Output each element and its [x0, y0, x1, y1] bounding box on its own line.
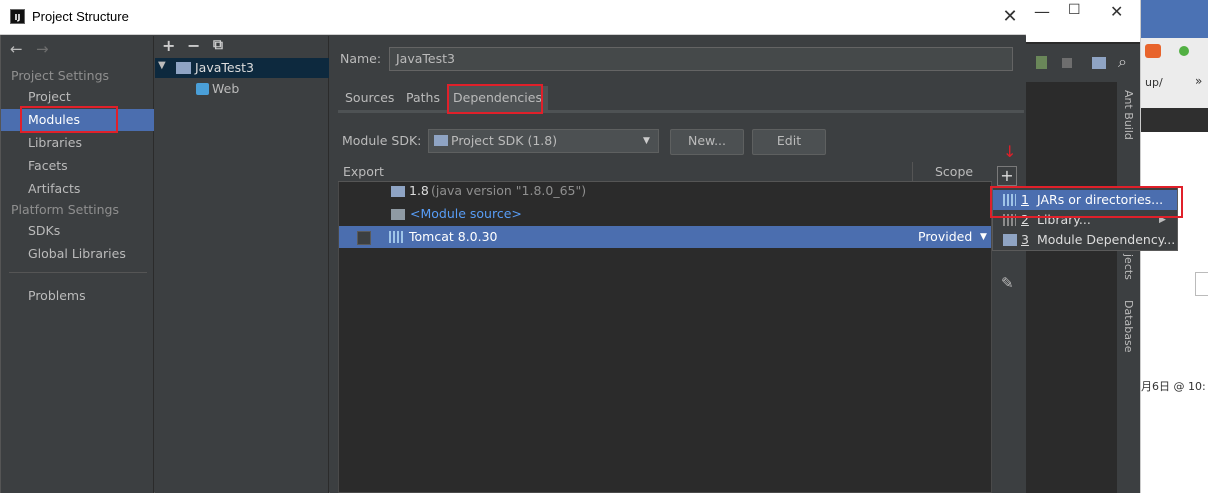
module-folder-icon [176, 62, 191, 74]
column-export[interactable]: Export [343, 164, 384, 179]
tab-paths[interactable]: Paths [400, 86, 446, 110]
scope-select[interactable]: Provided [918, 226, 972, 248]
tree-node-web[interactable]: Web [155, 79, 329, 99]
ant-build-tab: Ant Build [1122, 90, 1135, 140]
library-icon [389, 231, 405, 243]
menu-label: Module Dependency... [1037, 232, 1176, 247]
background-ide-toolbar: ⌕ [1026, 44, 1140, 82]
background-window-titlebar: — ☐ ✕ [1026, 0, 1140, 42]
table-row[interactable]: Tomcat 8.0.30 Provided ▼ [339, 226, 991, 248]
sidebar-item-global-libraries[interactable]: Global Libraries [1, 243, 154, 265]
module-sdk-label: Module SDK: [342, 133, 422, 148]
platform-settings-header: Platform Settings [11, 202, 119, 217]
new-sdk-button[interactable]: New... [670, 129, 744, 155]
row-name: 1.8 [409, 183, 429, 198]
annotation-arrow-icon: ↓ [1003, 142, 1017, 161]
module-name-input[interactable]: JavaTest3 [389, 47, 1013, 71]
table-row[interactable]: <Module source> [339, 203, 991, 225]
tab-strip-underline [338, 110, 1024, 113]
dialog-title: Project Structure [32, 9, 129, 24]
close-button[interactable]: ✕ [996, 4, 1024, 30]
sidebar-item-project[interactable]: Project [1, 86, 154, 108]
remove-module-icon[interactable]: − [187, 36, 200, 55]
tab-sources[interactable]: Sources [339, 86, 400, 110]
browser-status-icon [1179, 46, 1189, 56]
menu-mnemonic: 3 [1021, 232, 1029, 247]
debug-icon [1036, 56, 1047, 69]
module-folder-icon [1003, 234, 1017, 246]
table-header [338, 162, 992, 182]
project-settings-header: Project Settings [11, 68, 110, 83]
projects-tab-fragment: jects [1122, 254, 1135, 280]
browser-app-icon [1145, 44, 1161, 58]
annotation-box-modules [20, 106, 118, 133]
tree-node-label: JavaTest3 [195, 60, 254, 75]
search-icon: ⌕ [1118, 52, 1127, 71]
chevron-down-icon: ▼ [643, 136, 650, 146]
expand-icon[interactable]: ▼ [158, 60, 166, 71]
sidebar-item-problems[interactable]: Problems [1, 285, 154, 307]
dialog-titlebar [0, 0, 1026, 35]
date-fragment: 月6日 @ 10: [1141, 380, 1206, 393]
ide-right-tool-strip: Ant Build jects Database [1116, 82, 1140, 493]
source-folder-icon [391, 209, 405, 220]
maximize-icon: ☐ [1068, 2, 1081, 18]
web-facet-icon [196, 83, 209, 95]
tree-node-javatest3[interactable]: ▼ JavaTest3 [155, 58, 329, 78]
annotation-box-dependencies [447, 84, 543, 114]
stop-icon [1062, 58, 1072, 68]
copy-module-icon[interactable]: ⧉ [213, 37, 223, 53]
browser-header [1141, 0, 1208, 38]
database-tab: Database [1122, 300, 1135, 353]
sidebar-item-sdks[interactable]: SDKs [1, 220, 154, 242]
chevron-down-icon: ▼ [980, 232, 987, 242]
sdk-select-value: Project SDK (1.8) [451, 133, 558, 148]
tree-node-label: Web [212, 81, 240, 96]
table-row[interactable]: 1.8 (java version "1.8.0_65") [339, 180, 991, 202]
row-name: Tomcat 8.0.30 [409, 229, 498, 244]
add-module-icon[interactable]: + [162, 36, 175, 55]
back-arrow-icon[interactable]: ← [10, 40, 23, 58]
name-label: Name: [340, 51, 382, 66]
url-fragment: up/ [1145, 76, 1163, 89]
sidebar-item-facets[interactable]: Facets [1, 155, 154, 177]
forward-arrow-icon[interactable]: → [36, 40, 49, 58]
sdk-folder-icon [434, 135, 448, 146]
export-checkbox[interactable] [357, 231, 371, 245]
add-dependency-button[interactable]: + [997, 166, 1017, 186]
close-icon: ✕ [1110, 2, 1124, 21]
module-tree-panel: + − ⧉ [155, 36, 329, 493]
intellij-logo-icon: IJ [10, 9, 25, 24]
browser-toolbar: up/ » [1141, 38, 1208, 108]
jdk-folder-icon [391, 186, 405, 197]
column-divider [912, 162, 913, 182]
browser-edge-button [1195, 272, 1208, 296]
minimize-icon: — [1034, 2, 1050, 21]
row-name: <Module source> [410, 206, 522, 221]
menu-item-module-dependency[interactable]: 3 Module Dependency... [993, 230, 1177, 250]
settings-sidebar: ← → Project Settings Project Modules Lib… [1, 36, 154, 493]
browser-dark-bar [1141, 108, 1208, 132]
project-structure-icon [1092, 57, 1106, 69]
edit-sdk-button[interactable]: Edit [752, 129, 826, 155]
sidebar-divider [9, 272, 147, 273]
module-sdk-select[interactable]: Project SDK (1.8) ▼ [428, 129, 659, 153]
row-detail: (java version "1.8.0_65") [431, 183, 587, 198]
column-scope[interactable]: Scope [935, 164, 973, 179]
annotation-box-jars [990, 186, 1183, 218]
sidebar-item-artifacts[interactable]: Artifacts [1, 178, 154, 200]
edit-pencil-icon[interactable]: ✎ [1001, 274, 1014, 292]
sidebar-item-libraries[interactable]: Libraries [1, 132, 154, 154]
more-icon: » [1195, 74, 1203, 88]
